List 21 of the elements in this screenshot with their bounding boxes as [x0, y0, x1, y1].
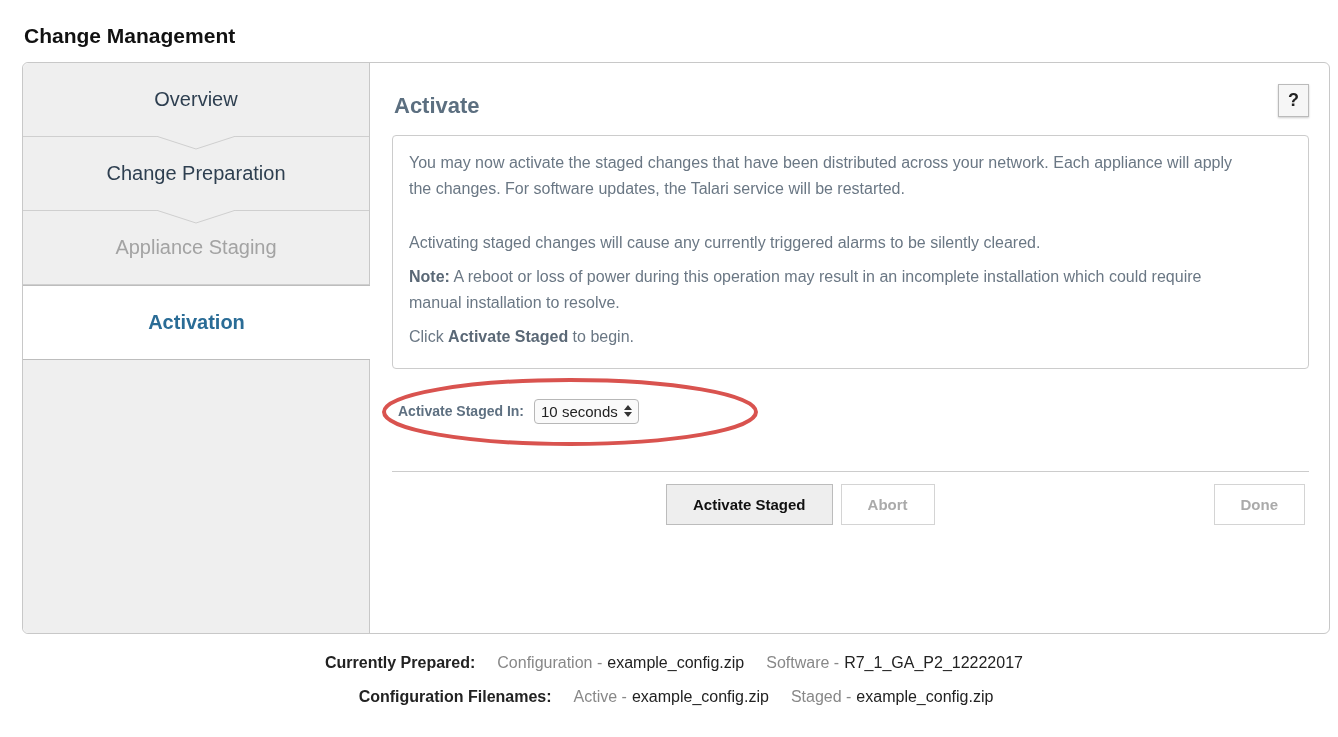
page-title: Change Management — [24, 24, 237, 48]
info-value: example_config.zip — [607, 654, 745, 672]
message-paragraph: Note: A reboot or loss of power during this operation may result in an incomplete installation which could require manual installation to resolve. — [409, 267, 1203, 313]
delay-select[interactable]: 10 seconds — [534, 398, 639, 424]
info-label: Configuration Filenames: — [358, 688, 552, 706]
info-key: Active - — [573, 688, 627, 706]
info-value: R7_1_GA_P2_12222017 — [844, 654, 1023, 672]
action-button[interactable]: Activate Staged — [666, 484, 833, 525]
info-value: example_config.zip — [856, 688, 994, 706]
step-tab[interactable]: Activation — [23, 285, 370, 360]
info-key: Configuration - — [497, 654, 603, 672]
message-paragraph: Click Activate Staged to begin. — [409, 327, 635, 347]
message-paragraph: You may now activate the staged changes that have been distributed across your network. Each appliance will apply the changes. For software updates, the Talari service will be restarted. — [409, 153, 1233, 199]
info-key: Staged - — [790, 688, 852, 706]
info-value: example_config.zip — [631, 688, 769, 706]
info-label: Currently Prepared: — [325, 654, 476, 672]
panel-title: Activate — [394, 93, 480, 119]
help-button[interactable]: ? — [1278, 83, 1309, 117]
info-key: Software - — [766, 654, 840, 672]
delay-label: Activate Staged In: — [398, 403, 525, 419]
message-paragraph: Activating staged changes will cause any currently triggered alarms to be silently cleared. — [409, 233, 1042, 253]
